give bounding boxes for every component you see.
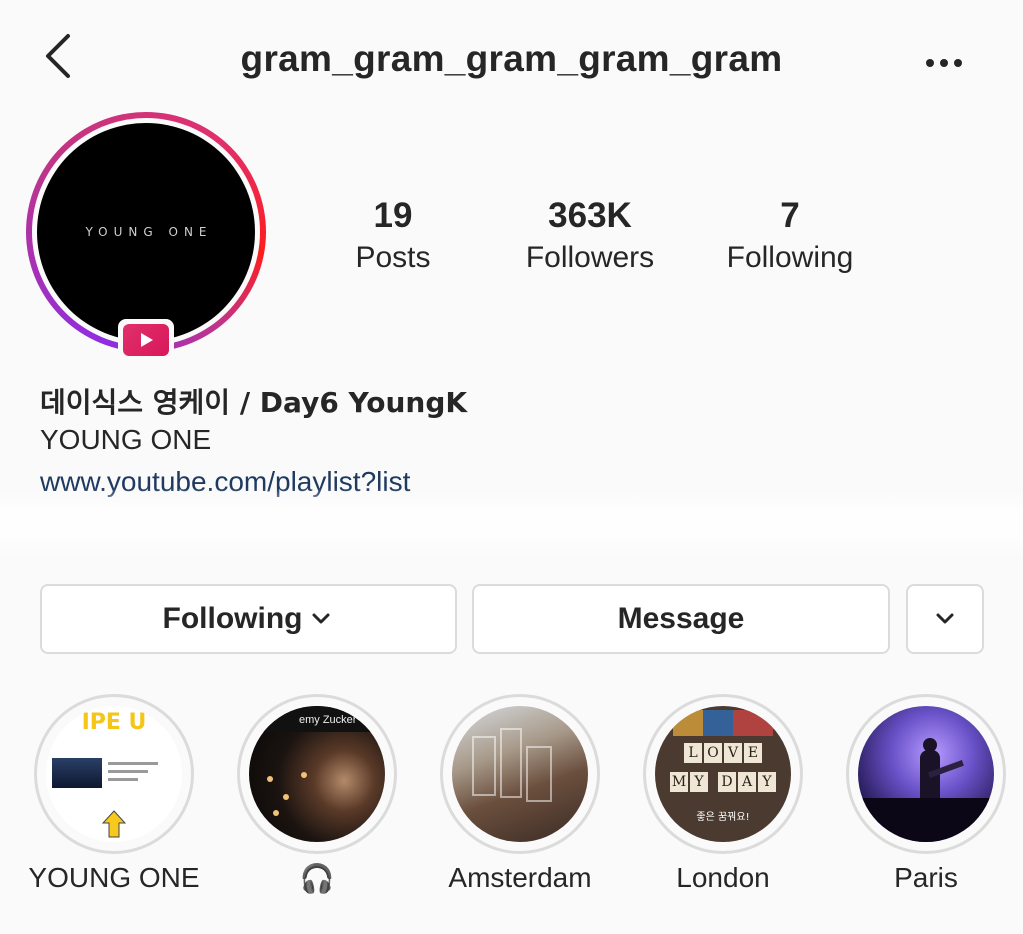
cover-caption: 좋은 꿈꿔요! bbox=[696, 812, 750, 823]
profile-username-title: gram_gram_gram_gram_gram bbox=[240, 38, 783, 79]
stat-following[interactable]: 7 Following bbox=[705, 194, 875, 278]
letter-tile: D bbox=[718, 772, 736, 792]
posts-label: Posts bbox=[355, 241, 431, 274]
chevron-down-icon bbox=[312, 613, 330, 624]
profile-display-name: 데이식스 영케이 / Day6 YoungK bbox=[40, 386, 468, 419]
arrow-up-icon bbox=[102, 810, 126, 838]
followers-count: 363K bbox=[548, 196, 632, 235]
avatar: YOUNG ONE bbox=[37, 123, 255, 341]
following-button[interactable]: Following bbox=[40, 584, 457, 654]
letter-tile: A bbox=[738, 772, 756, 792]
profile-bio: YOUNG ONE bbox=[40, 424, 212, 455]
more-options-button[interactable] bbox=[916, 48, 972, 78]
highlight-cover: IPE U bbox=[46, 706, 182, 842]
ellipsis-icon bbox=[926, 59, 962, 67]
letter-tile: Y bbox=[758, 772, 776, 792]
following-button-label: Following bbox=[162, 602, 303, 635]
message-button-label: Message bbox=[617, 602, 745, 635]
highlight-cover bbox=[452, 706, 588, 842]
posts-count: 19 bbox=[373, 196, 413, 235]
message-button[interactable]: Message bbox=[472, 584, 890, 654]
highlight-cover: LOVE MYDAY 좋은 꿈꿔요! bbox=[655, 706, 791, 842]
chevron-down-icon bbox=[936, 613, 954, 624]
highlight-cover bbox=[858, 706, 994, 842]
letter-tile bbox=[710, 765, 716, 785]
letter-tile: M bbox=[670, 772, 688, 792]
redaction-area bbox=[0, 488, 1023, 558]
cover-tiles-love: LOVE bbox=[655, 742, 791, 764]
letter-tile: L bbox=[684, 743, 702, 763]
letter-tile: O bbox=[704, 743, 722, 763]
stat-followers[interactable]: 363K Followers bbox=[500, 194, 680, 278]
letter-tile: V bbox=[724, 743, 742, 763]
profile-page: gram_gram_gram_gram_gram YOUNG ONE 19 Po… bbox=[0, 0, 1023, 934]
highlight-cover: emy Zucker - Sc bbox=[249, 706, 385, 842]
followers-label: Followers bbox=[525, 241, 655, 274]
igtv-badge[interactable] bbox=[118, 319, 174, 361]
suggested-accounts-button[interactable] bbox=[906, 584, 984, 654]
letter-tile: E bbox=[744, 743, 762, 763]
stat-posts[interactable]: 19 Posts bbox=[333, 194, 453, 278]
cover-caption: emy Zucker - Sc bbox=[249, 706, 385, 732]
igtv-play-icon bbox=[141, 333, 153, 347]
letter-tile: Y bbox=[690, 772, 708, 792]
following-label: Following bbox=[726, 241, 854, 274]
cover-tiles-my-day: MYDAY bbox=[655, 764, 791, 793]
avatar-text: YOUNG ONE bbox=[85, 225, 213, 239]
highlight-label: Paris bbox=[894, 862, 958, 893]
story-ring[interactable]: YOUNG ONE bbox=[26, 112, 266, 352]
cover-caption: IPE U bbox=[81, 710, 147, 735]
following-count: 7 bbox=[780, 196, 800, 235]
